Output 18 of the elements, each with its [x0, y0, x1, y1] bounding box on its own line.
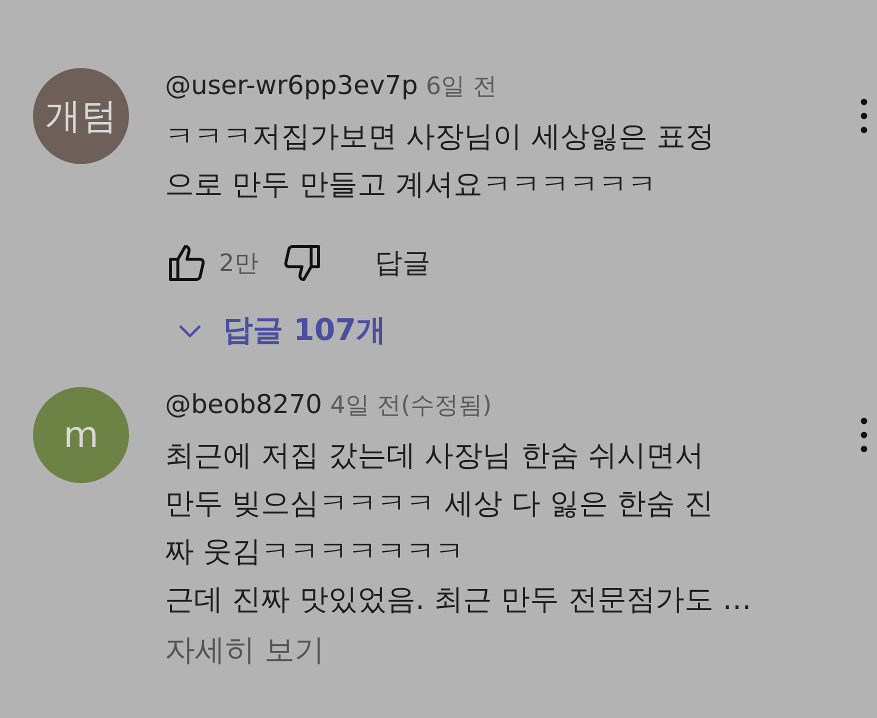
more-options-icon[interactable] — [860, 98, 868, 134]
comment-text: 으로 만두 만들고 계셔요ㅋㅋㅋㅋㅋㅋ — [165, 166, 657, 203]
reply-button[interactable]: 답글 — [374, 244, 430, 282]
read-more-link[interactable]: 자세히 보기 — [165, 623, 837, 679]
comment-text: 근데 진짜 맛있었음. 최근 만두 전문점가도 … — [165, 581, 752, 618]
comment-text: 짜 웃김ㅋㅋㅋㅋㅋㅋㅋ — [165, 533, 464, 570]
comment-text: ㅋㅋㅋ저집가보면 사장님이 세상잃은 표정 — [165, 118, 715, 155]
comment-time: 4일 전(수정됨) — [330, 390, 492, 421]
more-options-icon[interactable] — [860, 417, 868, 453]
comment-author[interactable]: @beob8270 — [165, 390, 322, 420]
comment-author[interactable]: @user-wr6pp3ev7p — [165, 71, 418, 101]
like-count: 2만 — [219, 248, 258, 279]
comment-text: 만두 빚으심ㅋㅋㅋㅋ 세상 다 잃은 한숨 진 — [165, 485, 714, 522]
comment-text: 최근에 저집 갔는데 사장님 한숨 쉬시면서 — [165, 437, 704, 474]
comment-time: 6일 전 — [426, 71, 497, 102]
replies-toggle[interactable]: 답글 107개 — [165, 310, 386, 351]
avatar[interactable]: m — [33, 387, 129, 483]
avatar[interactable]: 개텀 — [33, 68, 129, 164]
